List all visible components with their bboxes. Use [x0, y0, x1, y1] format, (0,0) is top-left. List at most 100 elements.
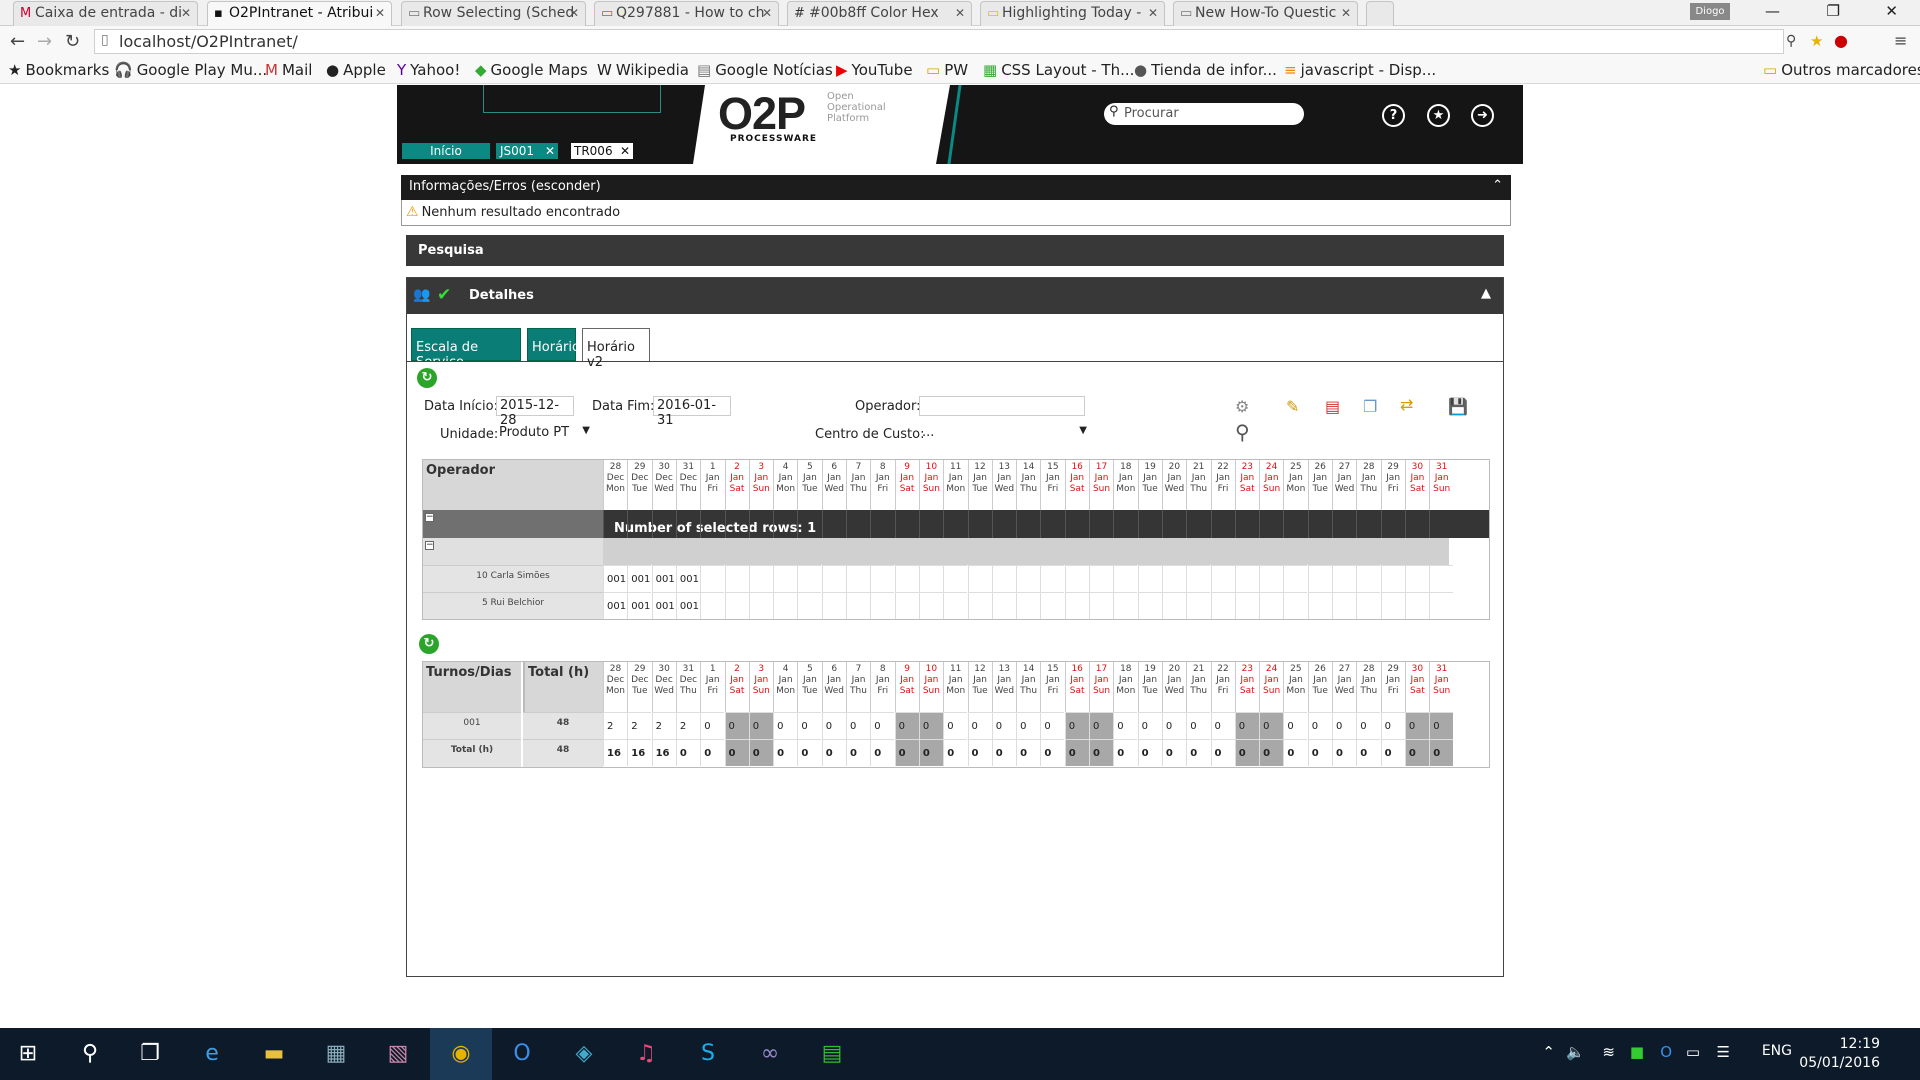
date-column-header[interactable]: 8 Jan Fri: [870, 662, 894, 712]
schedule-cell[interactable]: [700, 565, 725, 592]
date-column-header[interactable]: 20 Jan Wed: [1161, 662, 1186, 712]
summary-cell[interactable]: 0: [1404, 739, 1429, 766]
schedule-cell[interactable]: [1089, 592, 1113, 619]
summary-cell[interactable]: 0: [1016, 712, 1041, 739]
clock[interactable]: 12:19 05/01/2016: [1799, 1035, 1880, 1073]
collapse-up-icon[interactable]: ▲: [1481, 286, 1491, 301]
date-column-header[interactable]: 16 Jan Sat: [1064, 662, 1089, 712]
operador-column-header[interactable]: Operador: [423, 460, 603, 510]
schedule-cell[interactable]: [943, 592, 968, 619]
summary-cell[interactable]: 0: [918, 739, 943, 766]
date-column-header[interactable]: 30 Jan Sat: [1404, 460, 1429, 510]
collapse-icon[interactable]: −: [425, 513, 434, 522]
restore-icon[interactable]: ❐: [1827, 2, 1840, 20]
summary-cell[interactable]: 0: [991, 739, 1016, 766]
summary-cell[interactable]: 0: [1137, 712, 1162, 739]
schedule-cell[interactable]: [894, 565, 919, 592]
edit-icon[interactable]: ✎: [1286, 397, 1299, 416]
summary-cell[interactable]: 0: [1307, 712, 1332, 739]
outlook-tray-icon[interactable]: O: [1660, 1043, 1672, 1061]
summary-cell[interactable]: 0: [1089, 712, 1113, 739]
back-icon[interactable]: ←: [10, 31, 25, 52]
windows-start-icon[interactable]: ⊞: [12, 1038, 44, 1070]
schedule-cell[interactable]: [991, 565, 1016, 592]
summary-cell[interactable]: 0: [700, 712, 725, 739]
date-column-header[interactable]: 2 Jan Sat: [724, 460, 749, 510]
date-column-header[interactable]: 31 Jan Sun: [1429, 662, 1453, 712]
operator-row-label[interactable]: 5 Rui Belchior: [423, 592, 603, 619]
date-column-header[interactable]: 28 Dec Mon: [603, 460, 627, 510]
date-column-header[interactable]: 31 Dec Thu: [675, 460, 700, 510]
schedule-cell[interactable]: [748, 592, 773, 619]
bookmark-item[interactable]: Y Yahoo!: [397, 61, 460, 79]
summary-cell[interactable]: 0: [1064, 712, 1089, 739]
collapse-up-icon[interactable]: ⌃: [1492, 178, 1503, 193]
date-column-header[interactable]: 31 Jan Sun: [1429, 460, 1453, 510]
schedule-cell[interactable]: [1016, 592, 1041, 619]
summary-cell[interactable]: 0: [1089, 739, 1113, 766]
date-column-header[interactable]: 23 Jan Sat: [1234, 662, 1259, 712]
collapse-icon[interactable]: −: [425, 541, 434, 550]
date-column-header[interactable]: 3 Jan Sun: [748, 662, 773, 712]
schedule-cell[interactable]: [918, 592, 943, 619]
date-column-header[interactable]: 29 Dec Tue: [627, 460, 651, 510]
date-column-header[interactable]: 28 Dec Mon: [603, 662, 627, 712]
turnos-dias-header[interactable]: Turnos/Dias: [423, 662, 521, 712]
notifications-icon[interactable]: ☰: [1717, 1043, 1730, 1061]
summary-cell[interactable]: 0: [797, 712, 822, 739]
schedule-cell[interactable]: [943, 565, 968, 592]
summary-cell[interactable]: 0: [967, 739, 992, 766]
summary-cell[interactable]: 0: [1064, 739, 1089, 766]
date-column-header[interactable]: 29 Dec Tue: [627, 662, 651, 712]
volume-icon[interactable]: 🔈: [1566, 1043, 1585, 1061]
date-column-header[interactable]: 15 Jan Fri: [1040, 662, 1064, 712]
close-icon[interactable]: ✕: [1341, 6, 1351, 20]
new-tab-button[interactable]: [1366, 1, 1394, 26]
summary-cell[interactable]: 0: [1016, 739, 1041, 766]
summary-cell[interactable]: 0: [1404, 712, 1429, 739]
browser-tab[interactable]: # #00b8ff Color Hex ✕: [787, 1, 972, 26]
close-icon[interactable]: ✕: [1148, 6, 1158, 20]
date-column-header[interactable]: 4 Jan Mon: [773, 460, 797, 510]
operator-row-label[interactable]: 10 Carla Simões: [423, 565, 603, 592]
schedule-cell[interactable]: 001: [603, 592, 627, 619]
schedule-cell[interactable]: [870, 565, 895, 592]
summary-cell[interactable]: 0: [724, 712, 749, 739]
summary-cell[interactable]: 0: [821, 739, 846, 766]
date-column-header[interactable]: 11 Jan Mon: [943, 662, 967, 712]
schedule-cell[interactable]: [1234, 592, 1259, 619]
summary-cell[interactable]: 0: [1380, 712, 1405, 739]
date-column-header[interactable]: 27 Jan Wed: [1332, 460, 1356, 510]
close-icon[interactable]: ✕: [569, 6, 579, 20]
summary-cell[interactable]: 0: [991, 712, 1016, 739]
summary-cell[interactable]: 0: [1210, 712, 1235, 739]
schedule-cell[interactable]: [1380, 592, 1405, 619]
import-icon[interactable]: ⇄: [1400, 395, 1413, 414]
date-column-header[interactable]: 29 Jan Fri: [1380, 460, 1405, 510]
close-icon[interactable]: ✕: [181, 6, 191, 20]
summary-cell[interactable]: 0: [1332, 739, 1356, 766]
network-icon[interactable]: ◈: [568, 1038, 600, 1070]
schedule-cell[interactable]: [1137, 592, 1162, 619]
vs-icon[interactable]: ▧: [382, 1038, 414, 1070]
summary-cell[interactable]: 0: [797, 739, 822, 766]
refresh-icon[interactable]: ↻: [419, 634, 439, 654]
info-errors-bar[interactable]: Informações/Erros (esconder) ⌃: [401, 175, 1511, 200]
date-column-header[interactable]: 22 Jan Fri: [1210, 460, 1235, 510]
schedule-cell[interactable]: [1356, 592, 1381, 619]
bookmark-item[interactable]: ≡ javascript - Disp...: [1284, 61, 1436, 79]
summary-cell[interactable]: 0: [1429, 712, 1454, 739]
schedule-cell[interactable]: [967, 565, 992, 592]
opera-icon[interactable]: ●: [1834, 31, 1848, 50]
schedule-cell[interactable]: [967, 592, 992, 619]
schedule-cell[interactable]: [1332, 565, 1356, 592]
schedule-cell[interactable]: 001: [627, 565, 652, 592]
date-column-header[interactable]: 31 Dec Thu: [675, 662, 700, 712]
summary-cell[interactable]: 0: [1113, 739, 1138, 766]
schedule-cell[interactable]: [1234, 565, 1259, 592]
ie-icon[interactable]: e: [196, 1038, 228, 1070]
close-icon[interactable]: ✕: [375, 6, 385, 20]
schedule-cell[interactable]: [797, 565, 822, 592]
date-column-header[interactable]: 30 Jan Sat: [1404, 662, 1429, 712]
bookmark-item[interactable]: W Wikipedia: [597, 61, 689, 79]
